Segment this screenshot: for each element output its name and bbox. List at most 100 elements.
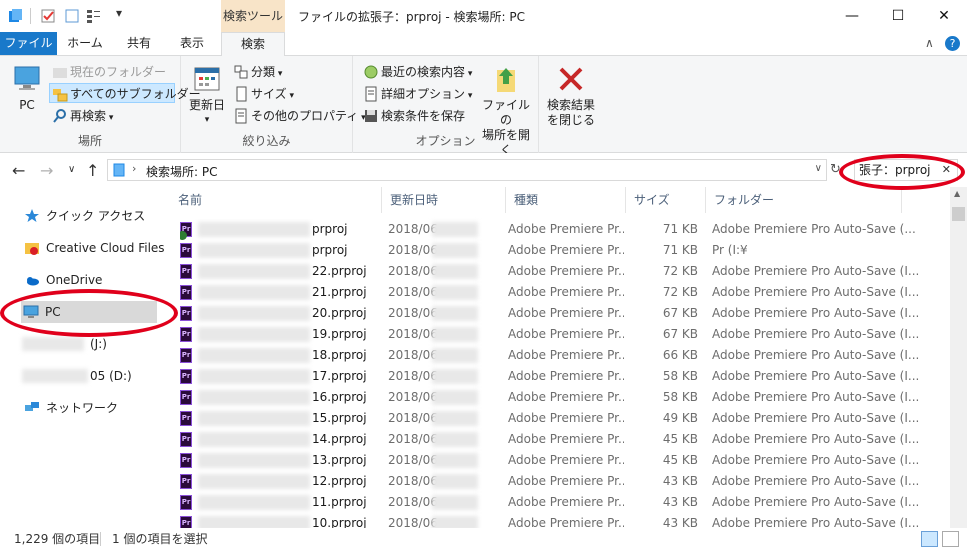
nav-drive-j[interactable]: (J:) xyxy=(22,333,162,355)
close-search-button[interactable]: 検索結果 を閉じる xyxy=(543,64,599,128)
file-folder: Adobe Premiere Pro Auto-Save (I... xyxy=(712,411,920,425)
properties-icon[interactable] xyxy=(40,8,56,24)
search-again-icon xyxy=(53,109,66,123)
details-view-icon[interactable] xyxy=(921,531,938,547)
nav-drive-d[interactable]: 05 (D:) xyxy=(22,365,162,387)
save-search-button[interactable]: 検索条件を保存 xyxy=(361,106,465,126)
scroll-thumb[interactable] xyxy=(952,207,965,221)
file-size: 72 KB xyxy=(662,285,698,299)
column-header-type[interactable]: 種類 xyxy=(506,187,626,213)
window-title: ファイルの拡張子：prproj - 検索場所: PC xyxy=(298,10,525,24)
file-size: 43 KB xyxy=(662,495,698,509)
table-row[interactable]: Pr 20.prproj 2018/06 Adobe Premiere Pr... 67… xyxy=(170,303,950,324)
column-header-name[interactable]: 名前 xyxy=(170,187,382,213)
date-modified-label: 更新日 xyxy=(188,98,225,112)
pc-button-label: PC xyxy=(19,98,35,112)
search-again-button[interactable]: 再検索 ▾ xyxy=(50,106,113,126)
other-properties-button[interactable]: その他のプロパティ ▾ xyxy=(231,106,366,126)
table-row[interactable]: Pr 13.prproj 2018/06 Adobe Premiere Pr... 45… xyxy=(170,450,950,471)
date-modified-button[interactable]: 更新日 ▾ xyxy=(185,64,229,128)
table-row[interactable]: Pr 12.prproj 2018/06 Adobe Premiere Pr... 43… xyxy=(170,471,950,492)
size-button[interactable]: サイズ ▾ xyxy=(231,84,294,104)
column-header-size[interactable]: サイズ xyxy=(626,187,706,213)
table-row[interactable]: Pr 21.prproj 2018/06 Adobe Premiere Pr... 72… xyxy=(170,282,950,303)
maximize-button[interactable]: ☐ xyxy=(875,0,921,32)
file-folder: Adobe Premiere Pro Auto-Save (I... xyxy=(712,432,920,446)
file-name: 20.prproj xyxy=(312,306,367,320)
file-name: 16.prproj xyxy=(312,390,367,404)
new-folder-icon[interactable] xyxy=(64,8,80,24)
minimize-button[interactable]: — xyxy=(829,0,875,32)
kind-button[interactable]: 分類 ▾ xyxy=(231,62,282,82)
table-row[interactable]: Pr 17.prproj 2018/06 Adobe Premiere Pr... 58… xyxy=(170,366,950,387)
search-input[interactable]: 張子：prproj ✕ xyxy=(854,159,958,181)
table-row[interactable]: Pr prproj 2018/06 Adobe Premiere Pr... 71 KB… xyxy=(170,219,950,240)
file-folder: Adobe Premiere Pro Auto-Save (I... xyxy=(712,264,920,278)
premiere-file-icon: Pr xyxy=(180,327,192,342)
file-type: Adobe Premiere Pr... xyxy=(508,348,624,362)
close-search-label-line1: 検索結果 xyxy=(546,98,595,112)
column-header-folder[interactable]: フォルダー xyxy=(706,187,902,213)
table-row[interactable]: Pr 16.prproj 2018/06 Adobe Premiere Pr... 58… xyxy=(170,387,950,408)
tab-view[interactable]: 表示 xyxy=(165,32,219,55)
nav-pc[interactable]: PC xyxy=(21,301,157,323)
column-header-date[interactable]: 更新日時 xyxy=(382,187,506,213)
file-type: Adobe Premiere Pr... xyxy=(508,453,624,467)
clear-search-icon[interactable]: ✕ xyxy=(942,160,951,180)
file-name: 11.prproj xyxy=(312,495,367,509)
address-dropdown-icon[interactable]: ∨ xyxy=(815,163,822,174)
large-icons-view-icon[interactable] xyxy=(942,531,959,547)
file-type: Adobe Premiere Pr... xyxy=(508,516,624,528)
recent-locations-icon[interactable]: ∨ xyxy=(68,164,75,175)
file-type: Adobe Premiere Pr... xyxy=(508,285,624,299)
tab-home[interactable]: ホーム xyxy=(57,32,113,55)
sync-check-icon xyxy=(180,231,187,240)
table-row[interactable]: Pr 11.prproj 2018/06 Adobe Premiere Pr... 43… xyxy=(170,492,950,513)
table-row[interactable]: Pr prproj 2018/06 Adobe Premiere Pr... 71 KB… xyxy=(170,240,950,261)
creative-cloud-icon xyxy=(25,243,39,255)
forward-arrow-icon[interactable]: → xyxy=(40,161,53,180)
network-icon xyxy=(25,402,39,411)
title-bar: ▾ 検索ツール ファイルの拡張子：prproj - 検索場所: PC — ☐ ✕ xyxy=(0,0,967,32)
address-path[interactable]: 検索場所: PC xyxy=(146,163,217,180)
recent-searches-button[interactable]: 最近の検索内容 ▾ xyxy=(361,62,472,82)
advanced-options-button[interactable]: 詳細オプション ▾ xyxy=(361,84,472,104)
qat-customize-icon[interactable]: ▾ xyxy=(116,6,122,20)
close-button[interactable]: ✕ xyxy=(921,0,967,32)
nav-creative-cloud[interactable]: Creative Cloud Files xyxy=(22,237,165,259)
refresh-icon[interactable]: ↻ xyxy=(830,162,841,177)
pc-button[interactable]: PC xyxy=(8,64,46,113)
up-arrow-icon[interactable]: ↑ xyxy=(86,161,99,180)
vertical-scrollbar[interactable]: ▲ xyxy=(950,187,967,528)
file-folder: Adobe Premiere Pro Auto-Save (I... xyxy=(712,495,920,509)
help-icon[interactable]: ? xyxy=(945,36,960,51)
table-row[interactable]: Pr 15.prproj 2018/06 Adobe Premiere Pr... 49… xyxy=(170,408,950,429)
save-search-label: 検索条件を保存 xyxy=(381,109,466,123)
nav-network[interactable]: ネットワーク xyxy=(22,397,162,419)
table-row[interactable]: Pr 10.prproj 2018/06 Adobe Premiere Pr... 43… xyxy=(170,513,950,528)
back-arrow-icon[interactable]: ← xyxy=(12,161,25,180)
nav-label: (J:) xyxy=(90,337,107,351)
tab-share[interactable]: 共有 xyxy=(113,32,165,55)
file-type: Adobe Premiere Pr... xyxy=(508,369,624,383)
tab-file[interactable]: ファイル xyxy=(0,32,57,55)
nav-onedrive[interactable]: OneDrive xyxy=(22,269,162,291)
address-bar[interactable]: › 検索場所: PC ∨ xyxy=(107,159,827,181)
navigation-pane: クイック アクセス Creative Cloud Files OneDrive … xyxy=(0,187,165,528)
premiere-file-icon: Pr xyxy=(180,516,192,528)
nav-quick-access[interactable]: クイック アクセス xyxy=(22,205,162,227)
tab-search[interactable]: 検索 xyxy=(221,32,285,57)
table-row[interactable]: Pr 19.prproj 2018/06 Adobe Premiere Pr... 67… xyxy=(170,324,950,345)
all-subfolders-button[interactable]: すべてのサブフォルダー xyxy=(49,83,201,103)
view-layout-icon[interactable] xyxy=(86,8,102,24)
calendar-icon xyxy=(194,67,220,91)
advanced-options-icon xyxy=(365,86,377,102)
table-row[interactable]: Pr 14.prproj 2018/06 Adobe Premiere Pr... 45… xyxy=(170,429,950,450)
file-size: 66 KB xyxy=(662,348,698,362)
table-row[interactable]: Pr 18.prproj 2018/06 Adobe Premiere Pr... 66… xyxy=(170,345,950,366)
table-row[interactable]: Pr 22.prproj 2018/06 Adobe Premiere Pr... 72… xyxy=(170,261,950,282)
scroll-up-icon[interactable]: ▲ xyxy=(954,189,960,198)
current-folder-button[interactable]: 現在のフォルダー xyxy=(50,62,166,82)
file-name: 13.prproj xyxy=(312,453,367,467)
ribbon-collapse-icon[interactable]: ∧ xyxy=(925,36,934,50)
